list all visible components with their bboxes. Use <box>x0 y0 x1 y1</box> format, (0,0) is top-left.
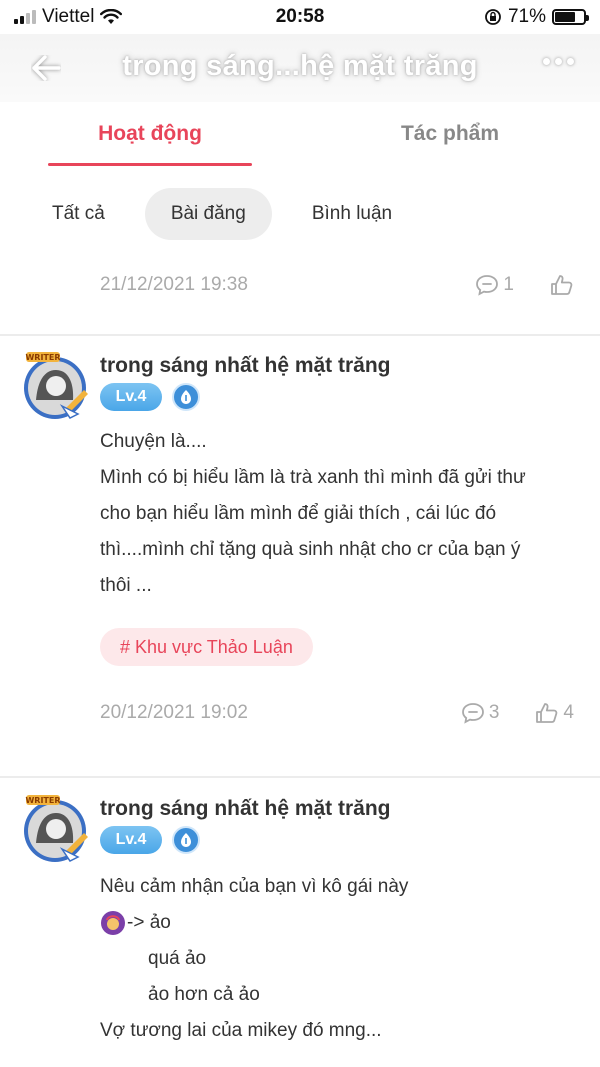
arrow-left-icon <box>32 55 61 81</box>
filter-posts[interactable]: Bài đăng <box>144 188 272 240</box>
post-meta: 20/12/2021 19:02 3 4 <box>100 702 574 724</box>
post-card[interactable]: WRITER trong sáng nhất hệ mặt trăng Lv.4… <box>0 779 600 1067</box>
filter-all[interactable]: Tất cả <box>26 188 131 240</box>
like-count: 4 <box>563 702 574 723</box>
comment-button[interactable]: 3 <box>461 702 500 724</box>
post-line: Chuyện là.... <box>100 431 207 452</box>
nav-header: trong sáng...hệ mặt trăng <box>0 34 600 102</box>
post-line: cho bạn hiểu lầm mình để giải thích , cá… <box>100 503 497 524</box>
like-button[interactable] <box>550 274 574 296</box>
like-button[interactable]: 4 <box>535 702 574 724</box>
status-bar: Viettel 20:58 71% <box>0 0 600 34</box>
post-line: thì....mình chỉ tặng quà sinh nhật cho c… <box>100 539 521 560</box>
svg-text:WRITER: WRITER <box>25 796 60 805</box>
post-meta: 21/12/2021 19:38 1 <box>100 274 574 296</box>
avatar[interactable]: WRITER <box>18 348 92 422</box>
post-line: ảo hơn cả ảo <box>148 984 260 1005</box>
clock: 20:58 <box>275 6 325 27</box>
post-line: quá ảo <box>148 948 207 969</box>
emoji-icon <box>101 911 125 935</box>
orientation-lock-icon <box>485 9 501 25</box>
author-name[interactable]: trong sáng nhất hệ mặt trăng <box>100 354 391 378</box>
thumbs-up-icon <box>551 275 573 295</box>
comment-icon <box>461 703 484 724</box>
post-line: Nêu cảm nhận của bạn vì kô gái này <box>100 876 409 897</box>
tab-works[interactable]: Tác phẩm <box>300 102 600 168</box>
tab-bar: Hoạt động Tác phẩm <box>0 102 600 168</box>
carrier-label: Viettel <box>42 6 95 27</box>
level-badge: Lv.4 <box>100 826 162 854</box>
post-body: Chuyện là.... Mình có bị hiểu lầm là trà… <box>100 424 580 604</box>
post-line: thôi ... <box>100 575 152 596</box>
author-name[interactable]: trong sáng nhất hệ mặt trăng <box>100 797 391 821</box>
avatar[interactable]: WRITER <box>18 791 92 865</box>
author-badges: Lv.4 <box>100 383 200 411</box>
post-line: Vợ tương lai của mikey đó mng... <box>100 1020 382 1041</box>
post-date: 20/12/2021 19:02 <box>100 702 248 723</box>
post-date: 21/12/2021 19:38 <box>100 274 248 295</box>
more-button[interactable] <box>543 58 574 65</box>
topic-tag[interactable]: # Khu vực Thảo Luận <box>100 628 313 666</box>
comment-count: 3 <box>488 702 500 723</box>
back-button[interactable] <box>26 48 66 88</box>
page-title: trong sáng...hệ mặt trăng <box>122 50 478 82</box>
tab-activity[interactable]: Hoạt động <box>0 102 300 168</box>
post-line: -> ảo <box>100 905 580 941</box>
post-body: Nêu cảm nhận của bạn vì kô gái này -> ảo… <box>100 869 580 1049</box>
divider <box>0 776 600 778</box>
filter-chips: Tất cả Bài đăng Bình luận <box>26 188 418 240</box>
wifi-icon <box>100 9 123 24</box>
thumbs-up-icon <box>536 703 558 723</box>
comment-count: 1 <box>503 274 514 295</box>
svg-text:WRITER: WRITER <box>25 353 60 362</box>
filter-comments[interactable]: Bình luận <box>286 188 418 240</box>
pen-icon <box>172 383 200 411</box>
post-card[interactable]: WRITER trong sáng nhất hệ mặt trăng Lv.4… <box>0 336 600 776</box>
level-badge: Lv.4 <box>100 383 162 411</box>
author-badges: Lv.4 <box>100 826 200 854</box>
battery-icon <box>552 9 589 25</box>
comment-button[interactable]: 1 <box>475 274 514 296</box>
signal-icon <box>14 10 36 24</box>
post-line: Mình có bị hiểu lầm là trà xanh thì mình… <box>100 467 526 488</box>
comment-icon <box>476 275 499 296</box>
more-dots-icon <box>543 58 550 65</box>
battery-percent: 71% <box>507 6 546 27</box>
pen-icon <box>172 826 200 854</box>
